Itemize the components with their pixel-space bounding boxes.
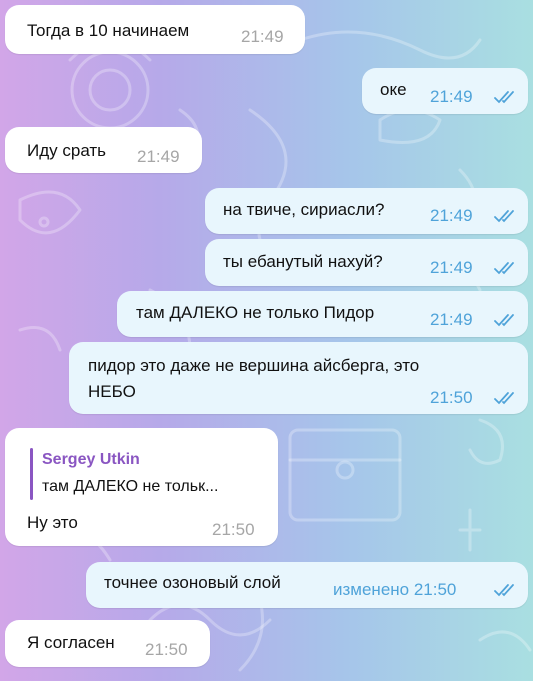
read-double-check-icon xyxy=(494,91,514,104)
message-bubble-outgoing[interactable]: на твиче, сириасли? 21:49 xyxy=(205,188,528,234)
message-text-line-2: НЕБО xyxy=(88,382,136,401)
message-bubble-incoming[interactable]: Я согласен 21:50 xyxy=(5,620,210,667)
message-text: ты ебанутый нахуй? xyxy=(223,252,383,271)
read-double-check-icon xyxy=(494,314,514,327)
message-text-line-1: пидор это даже не вершина айсберга, это xyxy=(88,356,420,375)
message-text: оке xyxy=(380,80,407,99)
reply-author-name[interactable]: Sergey Utkin xyxy=(42,449,140,471)
message-time: 21:50 xyxy=(212,520,255,539)
message-time: 21:49 xyxy=(430,258,473,277)
message-text: Тогда в 10 начинаем xyxy=(27,21,190,40)
message-bubble-incoming-reply[interactable]: Sergey Utkin там ДАЛЕКО не тольк... Ну э… xyxy=(5,428,278,546)
message-time: 21:49 xyxy=(137,147,180,166)
message-text: Иду срать xyxy=(27,141,107,160)
message-bubble-incoming[interactable]: Иду срать 21:49 xyxy=(5,127,202,173)
read-double-check-icon xyxy=(494,392,514,405)
message-bubble-outgoing[interactable]: пидор это даже не вершина айсберга, это … xyxy=(69,342,528,414)
message-bubble-outgoing[interactable]: там ДАЛЕКО не только Пидор 21:49 xyxy=(117,291,528,337)
reply-quote-bar xyxy=(30,448,33,500)
message-bubble-outgoing[interactable]: оке 21:49 xyxy=(362,68,528,114)
message-time: 21:50 xyxy=(145,640,188,659)
message-text: Я согласен xyxy=(27,633,115,652)
message-bubble-incoming[interactable]: Тогда в 10 начинаем 21:49 xyxy=(5,5,305,54)
read-double-check-icon xyxy=(494,262,514,275)
message-time: 21:49 xyxy=(430,87,473,106)
message-text: точнее озоновый слой xyxy=(104,573,281,592)
message-bubble-outgoing[interactable]: ты ебанутый нахуй? 21:49 xyxy=(205,239,528,286)
message-time: 21:50 xyxy=(430,388,473,407)
message-bubble-outgoing[interactable]: точнее озоновый слой изменено 21:50 xyxy=(86,562,528,608)
message-text: там ДАЛЕКО не только Пидор xyxy=(136,303,375,322)
message-time: 21:49 xyxy=(430,206,473,225)
message-text: Ну это xyxy=(27,513,78,532)
message-text: на твиче, сириасли? xyxy=(223,200,385,219)
message-edited-time: изменено 21:50 xyxy=(333,580,457,599)
reply-quoted-text[interactable]: там ДАЛЕКО не тольк... xyxy=(42,476,218,498)
read-double-check-icon xyxy=(494,210,514,223)
read-double-check-icon xyxy=(494,584,514,597)
message-time: 21:49 xyxy=(430,310,473,329)
message-time: 21:49 xyxy=(241,27,284,46)
